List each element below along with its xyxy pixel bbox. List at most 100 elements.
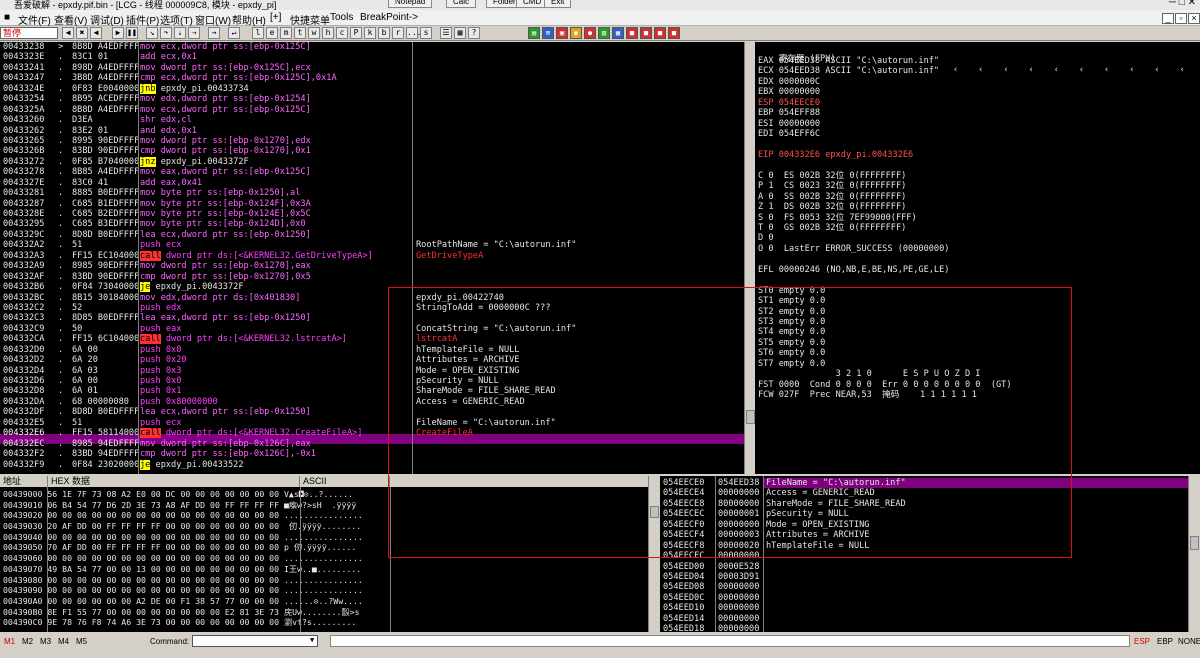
win-r[interactable]: r [392,27,404,39]
stack-comment: Attributes = ARCHIVE [766,530,870,541]
column-divider [300,487,301,632]
close-icon[interactable]: ✕ [1188,0,1196,8]
scroll-thumb[interactable] [746,410,755,424]
win-c[interactable]: c [336,27,348,39]
menu-plus[interactable]: [+] [270,12,281,23]
plugin-grid-icon[interactable]: ▦ [612,27,624,39]
exit-button[interactable]: Exit [544,0,572,8]
menu-window[interactable]: 窗口(W) [195,12,231,27]
plugin-record-icon[interactable]: ● [584,27,596,39]
stack-scrollbar[interactable] [1188,476,1200,632]
menu-help[interactable]: 帮助(H) [232,12,266,27]
plugin-red-icon[interactable]: ▣ [556,27,568,39]
win-e[interactable]: e [266,27,278,39]
scroll-thumb[interactable] [1190,536,1199,550]
win-w[interactable]: w [308,27,320,39]
instruction-operands: epxdy_pi.0043372F [155,156,249,167]
stack-address: 054EED08 [663,582,705,593]
scroll-thumb[interactable] [650,506,659,518]
dump-header-hex[interactable]: HEX 数据 [48,476,300,487]
marker-m4[interactable]: M4 [58,637,69,646]
plugin-tool3-icon[interactable]: ■ [654,27,666,39]
win-p[interactable]: P [350,27,362,39]
dump-header-address[interactable]: 地址 [0,476,48,487]
plugin-tool2-icon[interactable]: ■ [640,27,652,39]
stop-icon[interactable]: ◀ [90,27,102,39]
notepad-button[interactable]: Notepad [388,0,433,8]
register-line: ST6 empty 0.0 [758,348,826,359]
calc-button[interactable]: Calc [446,0,477,8]
instruction-hex: 6A 20 [72,355,98,366]
disassembly-scrollbar[interactable] [744,42,755,474]
rewind-icon[interactable]: ✖ [76,27,88,39]
pause-icon[interactable]: ❚❚ [126,27,138,39]
stack-address: 054EECF4 [663,530,705,541]
dump-hex: 00 00 00 00 00 00 00 00 00 00 00 00 00 0… [42,574,280,585]
menu-plugins[interactable]: 插件(P) [126,12,159,27]
dump-hex: 20 AF DD 00 FF FF FF FF 00 00 00 00 00 0… [42,521,280,532]
win-m[interactable]: m [280,27,292,39]
instruction-comment: Attributes = ARCHIVE [416,355,520,366]
step-over-icon[interactable]: ↷ [160,27,172,39]
marker-m5[interactable]: M5 [76,637,87,646]
instruction-hex: 8D8D B0EDFFFF [72,407,138,418]
win-k[interactable]: k [364,27,376,39]
win-dots[interactable]: ... [406,27,421,39]
win-t[interactable]: t [294,27,306,39]
minimize-icon[interactable]: ─ [1169,0,1176,8]
child-minimize-icon[interactable]: _ [1162,13,1174,24]
plugin-orange-icon[interactable]: ◉ [570,27,582,39]
menu-breakpoint[interactable]: BreakPoint-> [360,12,418,23]
disassembly-pane[interactable]: 00433238 0043323E 00433241 00433247 0043324E… [0,42,744,474]
marker-m2[interactable]: M2 [22,637,33,646]
menu-file[interactable]: 文件(F) [18,12,51,27]
dump-ascii: 庑Uw........瞉>s [279,606,360,617]
maximize-icon[interactable]: □ [1179,0,1185,8]
instruction-marker: . [58,198,64,209]
menu-view[interactable]: 查看(V) [54,12,87,27]
execute-till-return-icon[interactable]: → [208,27,220,39]
menu-shortcuts[interactable]: 快捷菜单 [290,12,330,27]
open-icon[interactable]: ◀ [62,27,74,39]
stack-comment: ShareMode = FILE_SHARE_READ [766,498,906,509]
goto-icon[interactable]: ↵ [228,27,240,39]
instruction-hex: 8985 94EDFFFF [72,438,138,449]
win-s[interactable]: s [420,27,432,39]
instruction-marker: . [58,271,64,282]
registers-pane[interactable]: 寄存器 (FPU) ‹‹‹‹‹‹‹‹‹‹ EAX 054EED38 ASCII … [755,42,1200,474]
instruction-mnemonic: jnb [140,83,156,94]
follow-none[interactable]: NONE [1178,637,1200,646]
memory-dump-pane[interactable]: 地址 HEX 数据 ASCII 00439000 56 1E 7F 73 08 … [0,476,658,632]
follow-esp[interactable]: ESP [1134,637,1150,646]
marker-m3[interactable]: M3 [40,637,51,646]
plugin-tool1-icon[interactable]: ■ [626,27,638,39]
dump-header-ascii[interactable]: ASCII [300,476,390,487]
dump-scrollbar[interactable] [648,476,659,632]
plugin-tool4-icon[interactable]: ■ [668,27,680,39]
plugin-hex-icon[interactable]: ▥ [598,27,610,39]
child-close-icon[interactable]: × [1188,13,1200,24]
chevron-down-icon[interactable]: ▼ [310,636,314,644]
plugin-green-icon[interactable]: ▤ [528,27,540,39]
menu-tools[interactable]: Tools [330,12,353,23]
menu-debug[interactable]: 调试(D) [90,12,124,27]
win-b[interactable]: b [378,27,390,39]
stack-pane[interactable]: 054EECE0 054EECE4 054EECE8 054EECEC 054EECF0… [660,476,1200,632]
help-icon[interactable]: ? [468,27,480,39]
menu-options[interactable]: 选项(T) [160,12,193,27]
marker-m1[interactable]: M1 [4,637,15,646]
step-into-icon[interactable]: ↘ [146,27,158,39]
win-h[interactable]: h [322,27,334,39]
list-icon[interactable]: ☰ [440,27,452,39]
instruction-address: 004332D2 [3,355,45,366]
command-input[interactable] [192,635,318,647]
plugin-blue-icon[interactable]: ⊞ [542,27,554,39]
options-icon[interactable]: ▦ [454,27,466,39]
trace-over-icon[interactable]: ⇢ [188,27,200,39]
run-icon[interactable]: ▶ [112,27,124,39]
follow-ebp[interactable]: EBP [1157,637,1173,646]
instruction-line: push 0x3 [140,366,410,376]
trace-into-icon[interactable]: ⇣ [174,27,186,39]
win-l[interactable]: l [252,27,264,39]
child-restore-icon[interactable]: ▫ [1175,13,1187,24]
